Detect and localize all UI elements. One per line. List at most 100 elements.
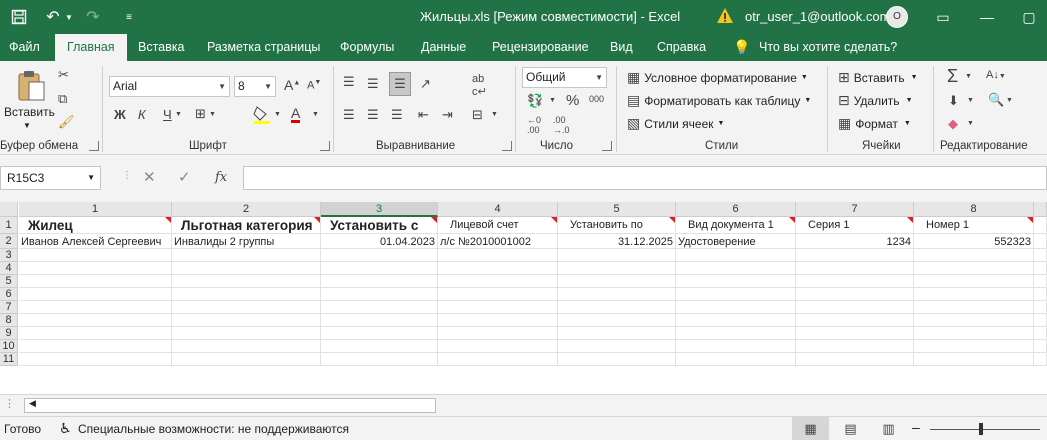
tab-data[interactable]: Данные [421,34,466,61]
decrease-decimal-icon[interactable]: .00 →.0 [553,115,570,135]
tab-insert[interactable]: Вставка [138,34,184,61]
increase-decimal-icon[interactable]: ←0.00 [527,115,541,135]
cell[interactable] [19,262,172,275]
cell[interactable] [321,327,438,340]
cell[interactable] [19,327,172,340]
cell[interactable] [558,249,676,262]
cell[interactable] [676,340,796,353]
fill-dropdown-icon[interactable]: ▼ [967,97,974,104]
fill-color-icon[interactable] [253,105,271,128]
column-header[interactable]: 8 [914,202,1034,217]
cell[interactable] [676,275,796,288]
cell[interactable] [172,353,321,366]
cell[interactable] [914,262,1034,275]
zoom-out-icon[interactable]: – [912,419,920,435]
cell[interactable] [19,353,172,366]
column-header[interactable]: 3 [321,202,438,217]
scroll-left-icon[interactable]: ◀ [29,398,36,409]
font-name-select[interactable]: Arial ▼ [109,76,230,97]
cell[interactable] [321,353,438,366]
cell[interactable] [914,275,1034,288]
cell[interactable] [438,301,558,314]
cell[interactable] [19,275,172,288]
tab-home[interactable]: Главная [55,34,127,61]
tab-page-layout[interactable]: Разметка страницы [207,34,320,61]
cell[interactable] [438,314,558,327]
row-header[interactable]: 4 [0,262,18,275]
autosum-dropdown-icon[interactable]: ▼ [965,73,972,80]
cell[interactable] [438,249,558,262]
cell[interactable] [438,288,558,301]
conditional-formatting-button[interactable]: ▦ Условное форматирование ▼ [627,69,808,86]
cell[interactable] [438,353,558,366]
select-all-corner[interactable] [0,202,18,217]
align-left-icon[interactable]: ☰ [343,107,355,123]
ribbon-display-options-icon[interactable]: ▭ [920,0,966,34]
insert-cells-button[interactable]: ⊞ Вставить ▼ [838,69,918,86]
cell[interactable] [914,327,1034,340]
row-header[interactable]: 8 [0,314,18,327]
cell[interactable] [676,327,796,340]
cell[interactable] [558,327,676,340]
row-header[interactable]: 6 [0,288,18,301]
cell[interactable] [1034,234,1047,249]
cell[interactable] [321,275,438,288]
cell[interactable] [1034,327,1047,340]
tell-me-search[interactable]: Что вы хотите сделать? [759,34,897,61]
cell[interactable] [914,288,1034,301]
cell[interactable] [796,301,914,314]
clear-icon[interactable]: ◆ [948,116,958,132]
cell[interactable] [438,327,558,340]
page-layout-view-icon[interactable]: ▤ [832,417,869,440]
row-header[interactable]: 9 [0,327,18,340]
orientation-icon[interactable]: ↗ [420,76,431,92]
cell[interactable] [796,327,914,340]
cell[interactable] [796,353,914,366]
cell[interactable] [676,249,796,262]
align-top-icon[interactable]: ☰ [343,74,355,90]
cell[interactable] [796,340,914,353]
cell[interactable] [321,340,438,353]
cell[interactable] [321,314,438,327]
font-launcher-icon[interactable] [320,141,330,151]
find-dropdown-icon[interactable]: ▼ [1006,97,1013,104]
cell-styles-button[interactable]: ▧ Стили ячеек ▼ [627,115,724,132]
cell[interactable] [438,262,558,275]
zoom-slider-thumb[interactable] [979,423,983,435]
percent-button[interactable]: % [566,92,579,109]
cell[interactable] [796,288,914,301]
cell[interactable] [1034,262,1047,275]
cell[interactable] [172,340,321,353]
column-header[interactable] [1034,202,1047,217]
format-painter-icon[interactable]: 🖌 [58,114,75,130]
copy-icon[interactable]: ⧉ [58,91,67,107]
tab-formulas[interactable]: Формулы [340,34,394,61]
cut-icon[interactable]: ✂ [58,67,69,83]
undo-dropdown-icon[interactable]: ▼ [64,0,74,34]
cell[interactable] [914,301,1034,314]
clear-dropdown-icon[interactable]: ▼ [967,120,974,127]
column-header[interactable]: 7 [796,202,914,217]
cell[interactable] [438,340,558,353]
cell[interactable] [172,301,321,314]
paste-dropdown-icon[interactable]: ▼ [23,121,31,130]
data-cell[interactable]: Удостоверение [676,234,796,249]
cell[interactable] [558,275,676,288]
maximize-icon[interactable]: ▢ [1006,0,1047,34]
cell[interactable] [172,288,321,301]
bold-button[interactable]: Ж [114,107,126,122]
cell[interactable] [676,301,796,314]
align-right-icon[interactable]: ☰ [391,107,403,123]
zoom-slider[interactable] [930,429,1040,430]
paste-icon[interactable] [14,69,48,103]
tab-view[interactable]: Вид [610,34,633,61]
cell[interactable] [914,249,1034,262]
find-select-icon[interactable]: 🔍 [988,92,1004,108]
row-header[interactable]: 1 [0,217,18,234]
row-header[interactable]: 2 [0,234,18,249]
cell[interactable] [1034,301,1047,314]
cell[interactable] [1034,353,1047,366]
cell[interactable] [676,353,796,366]
column-header[interactable]: 6 [676,202,796,217]
cell[interactable] [321,249,438,262]
